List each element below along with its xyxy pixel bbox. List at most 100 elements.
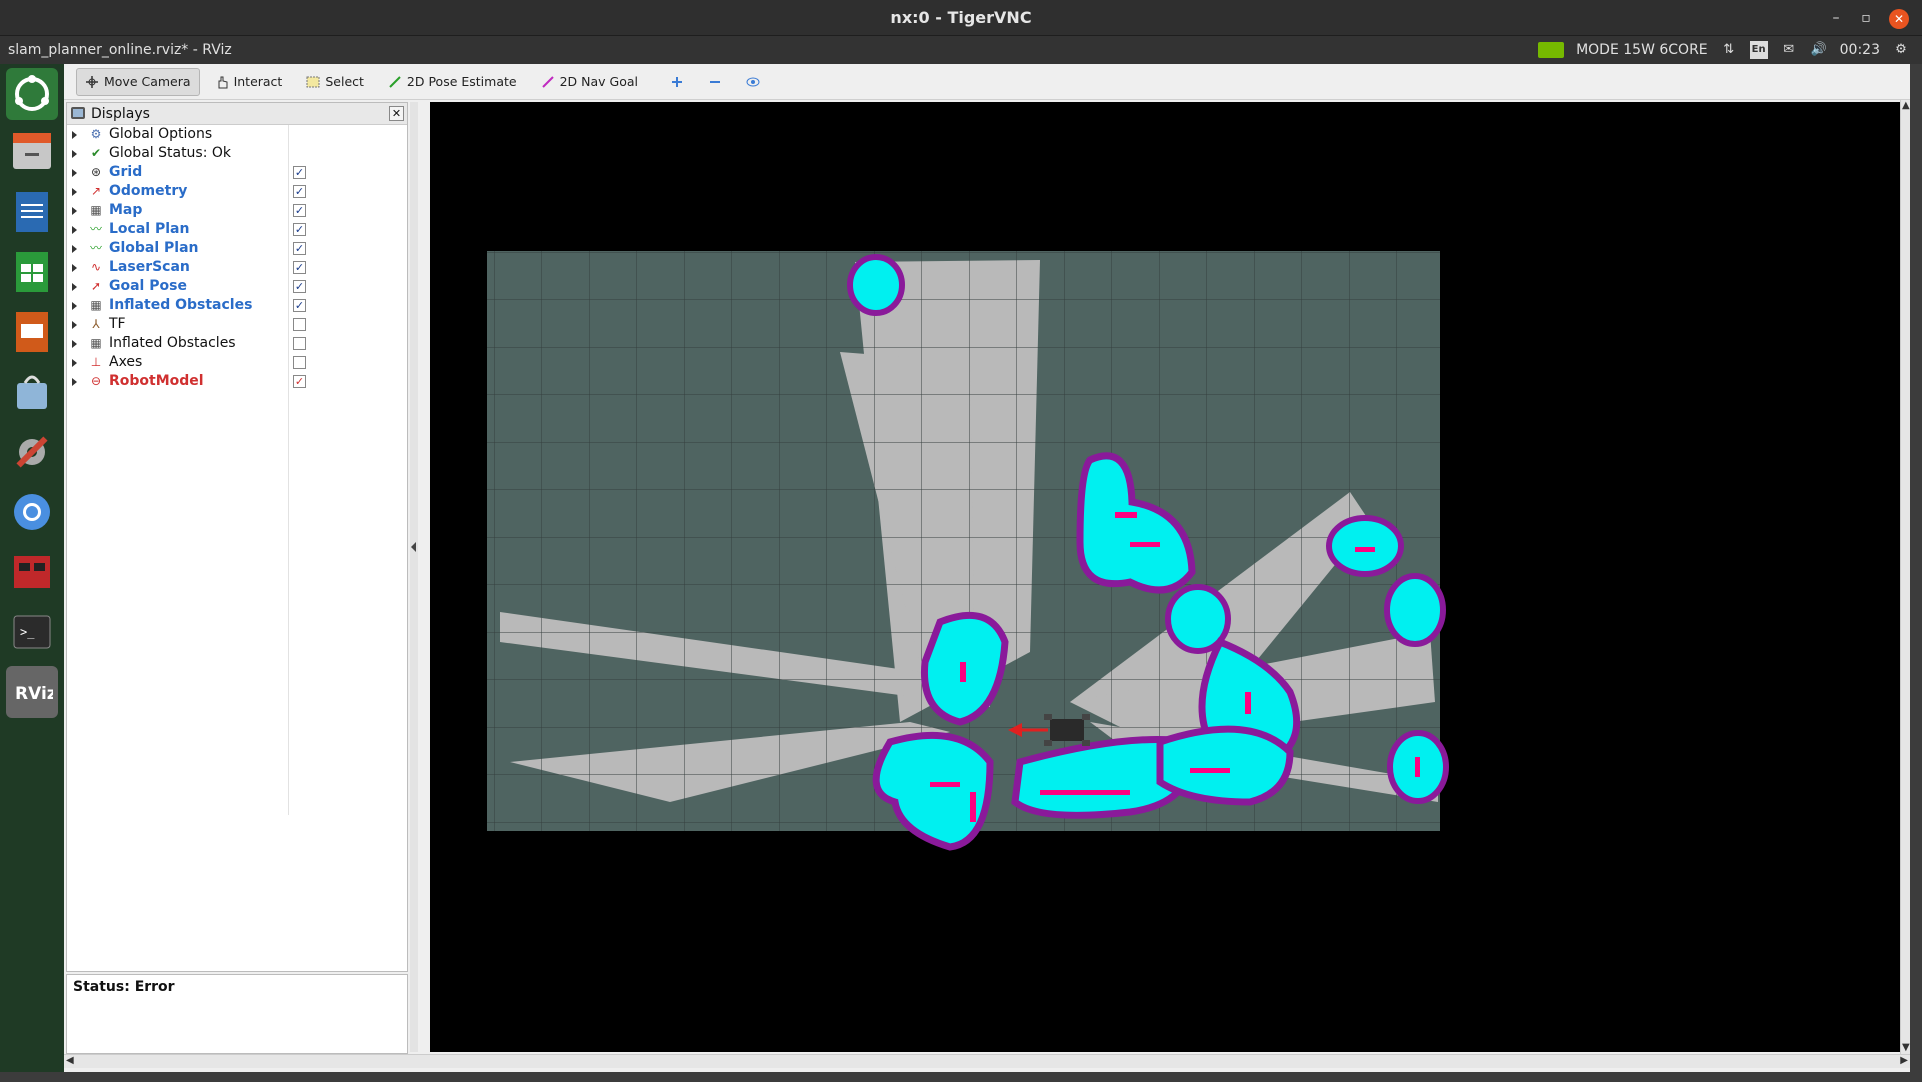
multimedia-icon[interactable] xyxy=(6,546,58,598)
expand-arrow-icon[interactable] xyxy=(72,359,77,367)
expand-arrow-icon[interactable] xyxy=(72,226,77,234)
expand-arrow-icon[interactable] xyxy=(72,169,77,177)
calc-icon[interactable] xyxy=(6,246,58,298)
expand-arrow-icon[interactable] xyxy=(72,378,77,386)
move-camera-button[interactable]: Move Camera xyxy=(76,67,200,96)
rviz-icon[interactable]: RViz xyxy=(6,666,58,718)
scroll-left-icon[interactable]: ◀ xyxy=(66,1055,74,1067)
display-enable-checkbox[interactable] xyxy=(293,337,306,350)
chromium-icon[interactable] xyxy=(6,486,58,538)
expand-arrow-icon[interactable] xyxy=(72,245,77,253)
expand-arrow-icon[interactable] xyxy=(72,207,77,215)
horizontal-scrollbar[interactable]: ◀ ▶ xyxy=(64,1054,1910,1068)
settings-icon[interactable] xyxy=(6,426,58,478)
select-button[interactable]: Select xyxy=(297,68,373,96)
map-icon: ▦ xyxy=(90,298,102,312)
close-panel-icon[interactable]: ✕ xyxy=(389,106,404,121)
tf-icon: ⅄ xyxy=(92,317,100,331)
display-enable-checkbox[interactable]: ✓ xyxy=(293,166,306,179)
3d-viewport[interactable] xyxy=(430,102,1901,1052)
expand-arrow-icon[interactable] xyxy=(72,131,77,139)
display-item[interactable]: ➚ Goal Pose ✓ xyxy=(67,277,407,296)
nvidia-mode[interactable]: MODE 15W 6CORE xyxy=(1576,36,1708,64)
pose-estimate-label: 2D Pose Estimate xyxy=(406,74,517,89)
maximize-icon[interactable]: ▫ xyxy=(1854,0,1878,36)
nvidia-icon[interactable] xyxy=(1538,42,1565,58)
svg-text:>_: >_ xyxy=(20,625,35,639)
vertical-scrollbar[interactable]: ▲ ▼ xyxy=(1900,100,1910,1054)
close-icon[interactable]: ✕ xyxy=(1889,9,1909,29)
expand-arrow-icon[interactable] xyxy=(72,283,77,291)
display-item[interactable]: ↗ Odometry ✓ xyxy=(67,182,407,201)
terminal-icon[interactable]: >_ xyxy=(6,606,58,658)
power-gear-icon[interactable]: ⚙ xyxy=(1892,41,1910,59)
display-enable-checkbox[interactable]: ✓ xyxy=(293,261,306,274)
display-item-label: Grid xyxy=(109,164,143,180)
tool-properties-button[interactable] xyxy=(737,68,769,96)
panel-splitter[interactable] xyxy=(410,102,418,1052)
display-item[interactable]: 〰 Local Plan ✓ xyxy=(67,220,407,239)
display-item[interactable]: ▦ Inflated Obstacles ✓ xyxy=(67,296,407,315)
writer-icon[interactable] xyxy=(6,186,58,238)
select-label: Select xyxy=(325,74,364,89)
nav-goal-label: 2D Nav Goal xyxy=(559,74,638,89)
mail-icon[interactable]: ✉ xyxy=(1780,41,1798,59)
display-enable-checkbox[interactable] xyxy=(293,318,306,331)
display-item[interactable]: ⊥ Axes xyxy=(67,353,407,372)
display-enable-checkbox[interactable]: ✓ xyxy=(293,280,306,293)
hand-icon xyxy=(218,76,228,88)
scroll-down-icon[interactable]: ▼ xyxy=(1902,1042,1910,1054)
nav-goal-button[interactable]: 2D Nav Goal xyxy=(532,68,647,96)
robot-icon: ⊖ xyxy=(90,374,102,388)
expand-arrow-icon[interactable] xyxy=(72,340,77,348)
expand-arrow-icon[interactable] xyxy=(72,150,77,158)
expand-arrow-icon[interactable] xyxy=(72,188,77,196)
clock[interactable]: 00:23 xyxy=(1840,36,1880,64)
display-enable-checkbox[interactable] xyxy=(293,356,306,369)
path-icon: 〰 xyxy=(89,241,102,255)
display-item-label: Global Plan xyxy=(109,240,199,256)
volume-icon[interactable]: 🔊 xyxy=(1810,41,1828,59)
display-enable-checkbox[interactable]: ✓ xyxy=(293,242,306,255)
network-icon[interactable]: ⇅ xyxy=(1720,41,1738,59)
map-icon: ▦ xyxy=(90,336,102,350)
collapse-arrow-icon[interactable] xyxy=(411,542,416,552)
magenta-arrow-icon xyxy=(541,75,554,88)
expand-arrow-icon[interactable] xyxy=(72,264,77,272)
expand-arrow-icon[interactable] xyxy=(72,321,77,329)
display-enable-checkbox[interactable]: ✓ xyxy=(293,299,306,312)
expand-arrow-icon[interactable] xyxy=(72,302,77,310)
minimize-icon[interactable]: – xyxy=(1824,0,1848,36)
add-tool-button[interactable] xyxy=(661,68,693,96)
display-item[interactable]: ⊖ RobotModel ✓ xyxy=(67,372,407,391)
minus-icon xyxy=(710,80,720,83)
display-enable-checkbox[interactable]: ✓ xyxy=(293,204,306,217)
display-enable-checkbox[interactable]: ✓ xyxy=(293,223,306,236)
status-box: Status: Error xyxy=(66,974,408,1054)
display-enable-checkbox[interactable]: ✓ xyxy=(293,375,306,388)
display-item-label: Axes xyxy=(109,354,143,370)
keyboard-layout[interactable]: En xyxy=(1749,41,1768,59)
display-item[interactable]: ▦ Inflated Obstacles xyxy=(67,334,407,353)
software-store-icon[interactable] xyxy=(6,366,58,418)
pose-estimate-button[interactable]: 2D Pose Estimate xyxy=(379,68,526,96)
display-item[interactable]: ⅄ TF xyxy=(67,315,407,334)
display-enable-checkbox[interactable]: ✓ xyxy=(293,185,306,198)
display-item[interactable]: ▦ Map ✓ xyxy=(67,201,407,220)
green-arrow-icon xyxy=(389,75,401,88)
plus-icon xyxy=(672,76,682,87)
display-item[interactable]: ⊛ Grid ✓ xyxy=(67,163,407,182)
display-item[interactable]: ⚙ Global Options xyxy=(67,125,407,144)
display-item[interactable]: 〰 Global Plan ✓ xyxy=(67,239,407,258)
display-item[interactable]: ∿ LaserScan ✓ xyxy=(67,258,407,277)
scroll-up-icon[interactable]: ▲ xyxy=(1902,100,1910,112)
scroll-right-icon[interactable]: ▶ xyxy=(1900,1055,1908,1067)
odometry-icon: ↗ xyxy=(90,184,102,198)
interact-label: Interact xyxy=(233,74,283,89)
interact-button[interactable]: Interact xyxy=(206,68,292,96)
impress-icon[interactable] xyxy=(6,306,58,358)
display-item[interactable]: ✔ Global Status: Ok xyxy=(67,144,407,163)
remove-tool-button[interactable] xyxy=(699,68,731,96)
files-icon[interactable] xyxy=(6,126,58,178)
ubuntu-home-icon[interactable] xyxy=(6,68,58,120)
